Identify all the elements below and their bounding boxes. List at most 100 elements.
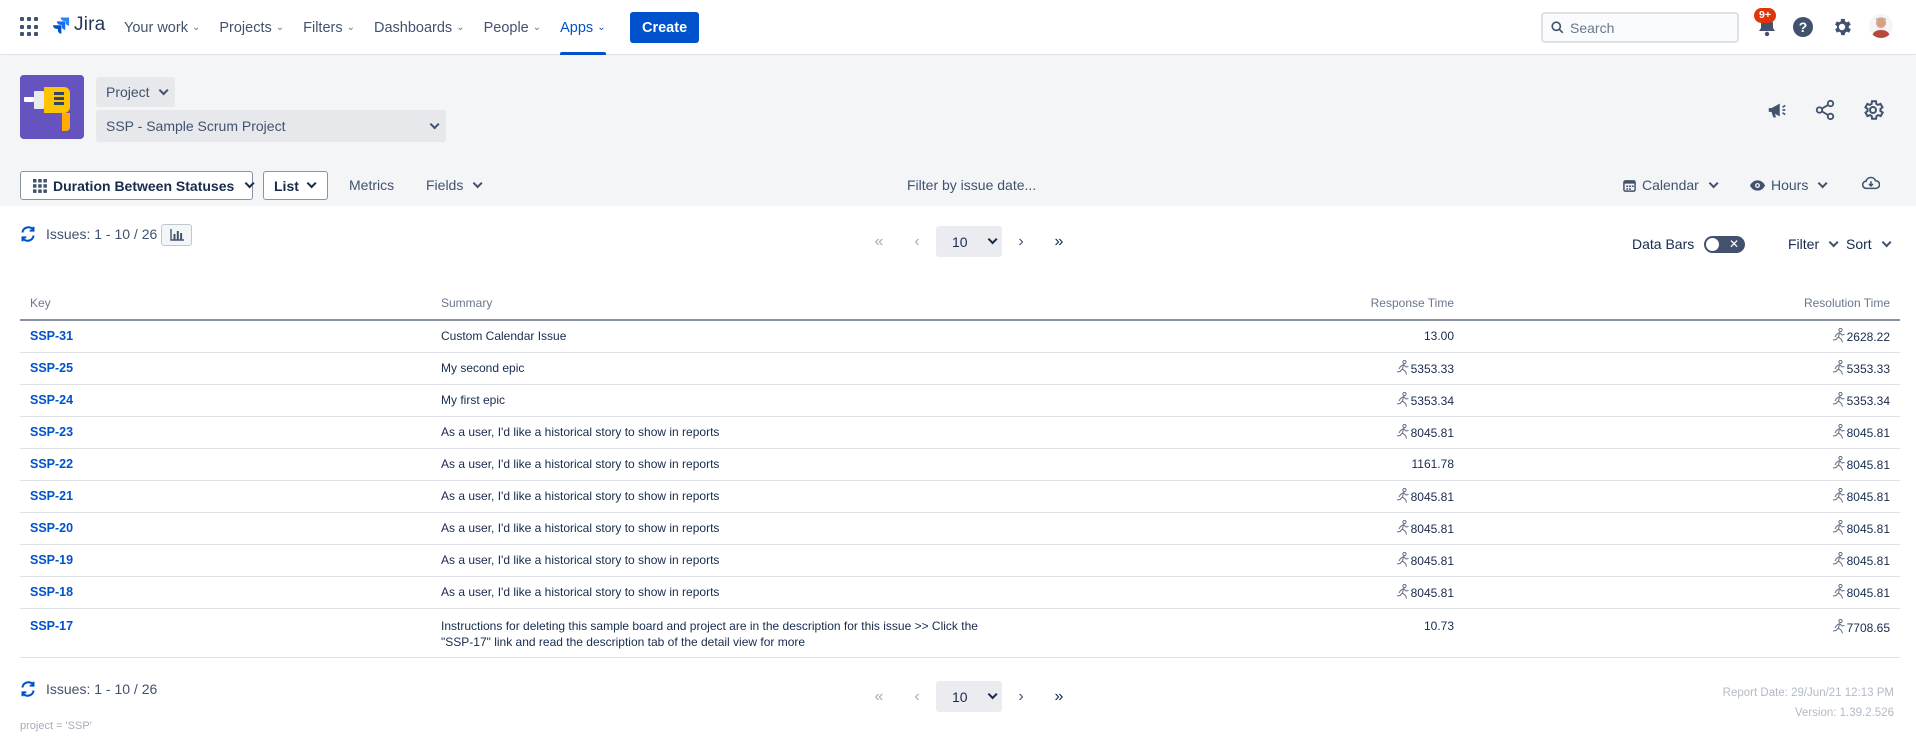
- summary-text: As a user, I'd like a historical story t…: [441, 489, 720, 503]
- resolution-time-cell: 8045.81: [1464, 576, 1900, 609]
- column-header-summary[interactable]: Summary: [431, 286, 1031, 321]
- nav-label: People: [483, 19, 529, 36]
- next-page-button[interactable]: ›: [1002, 233, 1040, 251]
- avatar[interactable]: [1869, 14, 1893, 38]
- nav-apps[interactable]: Apps ⌄: [560, 0, 607, 55]
- calendar-label: Calendar: [1642, 177, 1699, 193]
- announcement-button[interactable]: [1763, 96, 1791, 124]
- nav-filters[interactable]: Filters ⌄: [303, 0, 355, 55]
- column-header-key[interactable]: Key: [20, 286, 431, 321]
- create-button[interactable]: Create: [630, 12, 700, 43]
- project-settings-button[interactable]: [1859, 96, 1887, 124]
- calendar-dropdown[interactable]: Calendar: [1623, 177, 1719, 193]
- response-time-value: 5353.34: [1410, 394, 1454, 408]
- sort-label: Sort: [1846, 236, 1872, 252]
- date-filter-button[interactable]: Filter by issue date...: [907, 177, 1036, 193]
- table-row[interactable]: SSP-19 As a user, I'd like a historical s…: [20, 544, 1900, 577]
- refresh-icon[interactable]: [20, 681, 36, 697]
- issue-key-link[interactable]: SSP-21: [20, 480, 431, 513]
- response-time-cell: 8045.81: [1031, 544, 1464, 577]
- issue-key-link[interactable]: SSP-18: [20, 576, 431, 609]
- nav-your-work[interactable]: Your work ⌄: [124, 0, 200, 55]
- metrics-button[interactable]: Metrics: [349, 177, 394, 193]
- resolution-time-value: 2628.22: [1846, 330, 1890, 345]
- view-dropdown[interactable]: List: [263, 171, 328, 200]
- issue-key-link[interactable]: SSP-19: [20, 544, 431, 577]
- settings-button[interactable]: [1829, 14, 1855, 40]
- resolution-time-cell: 5353.34: [1464, 384, 1900, 417]
- help-button[interactable]: ?: [1790, 14, 1816, 40]
- selected-project: SSP - Sample Scrum Project: [106, 118, 286, 134]
- issue-key-link[interactable]: SSP-23: [20, 416, 431, 449]
- issue-key-link[interactable]: SSP-24: [20, 384, 431, 417]
- chevron-down-icon: ⌄: [191, 22, 201, 33]
- column-header-resolution-time[interactable]: Resolution Time: [1464, 286, 1900, 321]
- prev-page-button[interactable]: ‹: [898, 233, 936, 251]
- issue-key-link[interactable]: SSP-20: [20, 512, 431, 545]
- issue-key-link[interactable]: SSP-31: [20, 320, 431, 353]
- fields-dropdown[interactable]: Fields: [426, 177, 483, 193]
- issue-summary: My first epic: [431, 384, 1031, 417]
- nav-label: Apps: [560, 19, 594, 36]
- table-row[interactable]: SSP-24 My first epic 5353.34 5353.34: [20, 384, 1900, 417]
- table-row[interactable]: SSP-21 As a user, I'd like a historical s…: [20, 480, 1900, 513]
- nav-people[interactable]: People ⌄: [484, 0, 542, 55]
- first-page-button[interactable]: «: [860, 688, 898, 706]
- table-row[interactable]: SSP-25 My second epic 5353.33 5353.33: [20, 352, 1900, 385]
- filter-dropdown[interactable]: Filter: [1788, 236, 1839, 252]
- sort-dropdown[interactable]: Sort: [1846, 236, 1892, 252]
- resolution-time-value: 8045.81: [1846, 458, 1890, 472]
- summary-text: My first epic: [441, 393, 506, 407]
- report-type-dropdown[interactable]: Duration Between Statuses: [20, 171, 255, 200]
- settings-icon: [1835, 18, 1851, 36]
- summary-text: Custom Calendar Issue: [441, 329, 567, 344]
- issue-key-link[interactable]: SSP-22: [20, 448, 431, 481]
- search-icon: [1551, 21, 1564, 34]
- summary-line: Instructions for deleting this sample bo…: [441, 618, 978, 633]
- column-header-response-time[interactable]: Response Time: [1031, 286, 1464, 321]
- response-time-value: 8045.81: [1410, 490, 1454, 504]
- refresh-icon[interactable]: [20, 226, 36, 242]
- first-page-button[interactable]: «: [860, 233, 898, 251]
- nav-dashboards[interactable]: Dashboards ⌄: [374, 0, 465, 55]
- resolution-time-value: 8045.81: [1846, 522, 1890, 536]
- last-page-button[interactable]: »: [1040, 688, 1078, 706]
- issue-key-link[interactable]: SSP-17: [20, 608, 431, 658]
- project-select[interactable]: SSP - Sample Scrum Project: [96, 110, 446, 142]
- grid-icon: [33, 178, 47, 193]
- date-filter-label: Filter by issue date...: [907, 177, 1037, 193]
- resolution-time-cell: 2628.22: [1464, 320, 1900, 353]
- table-row[interactable]: SSP-20 As a user, I'd like a historical s…: [20, 512, 1900, 545]
- search-box[interactable]: [1541, 12, 1739, 43]
- page-size-select[interactable]: 10: [936, 226, 1002, 257]
- jira-logo[interactable]: Jira: [52, 14, 105, 36]
- share-button[interactable]: [1811, 96, 1839, 124]
- chart-toggle-button[interactable]: [161, 224, 192, 246]
- project-type-dropdown[interactable]: Project: [96, 77, 175, 107]
- next-page-button[interactable]: ›: [1002, 688, 1040, 706]
- time-unit-dropdown[interactable]: Hours: [1750, 177, 1828, 193]
- resolution-time-value: 8045.81: [1846, 554, 1890, 568]
- nav-projects[interactable]: Projects ⌄: [219, 0, 284, 55]
- prev-page-button[interactable]: ‹: [898, 688, 936, 706]
- app-switcher-icon[interactable]: [20, 17, 40, 37]
- resolution-time-value: 8045.81: [1846, 586, 1890, 600]
- response-time-cell: 8045.81: [1031, 416, 1464, 449]
- page-size-select[interactable]: 10: [936, 681, 1002, 712]
- resolution-time-cell: 7708.65: [1464, 608, 1900, 658]
- table-row[interactable]: SSP-22 As a user, I'd like a historical s…: [20, 448, 1900, 481]
- running-man-icon: [1396, 488, 1409, 503]
- table-row[interactable]: SSP-31 Custom Calendar Issue 13.00 2628.22: [20, 320, 1900, 353]
- resolution-time-value: 8045.81: [1846, 490, 1890, 504]
- export-button[interactable]: [1862, 176, 1880, 190]
- chevron-down-icon: [473, 177, 483, 188]
- table-row[interactable]: SSP-23 As a user, I'd like a historical s…: [20, 416, 1900, 449]
- table-row[interactable]: SSP-17 Instructions for deleting this sam…: [20, 608, 1900, 658]
- table-row[interactable]: SSP-18 As a user, I'd like a historical s…: [20, 576, 1900, 609]
- last-page-button[interactable]: »: [1040, 233, 1078, 251]
- settings-icon: [1864, 100, 1885, 120]
- data-bars-toggle[interactable]: ✕: [1704, 236, 1745, 253]
- issue-key-link[interactable]: SSP-25: [20, 352, 431, 385]
- chevron-down-icon: [1818, 177, 1828, 188]
- search-input[interactable]: [1570, 19, 1720, 36]
